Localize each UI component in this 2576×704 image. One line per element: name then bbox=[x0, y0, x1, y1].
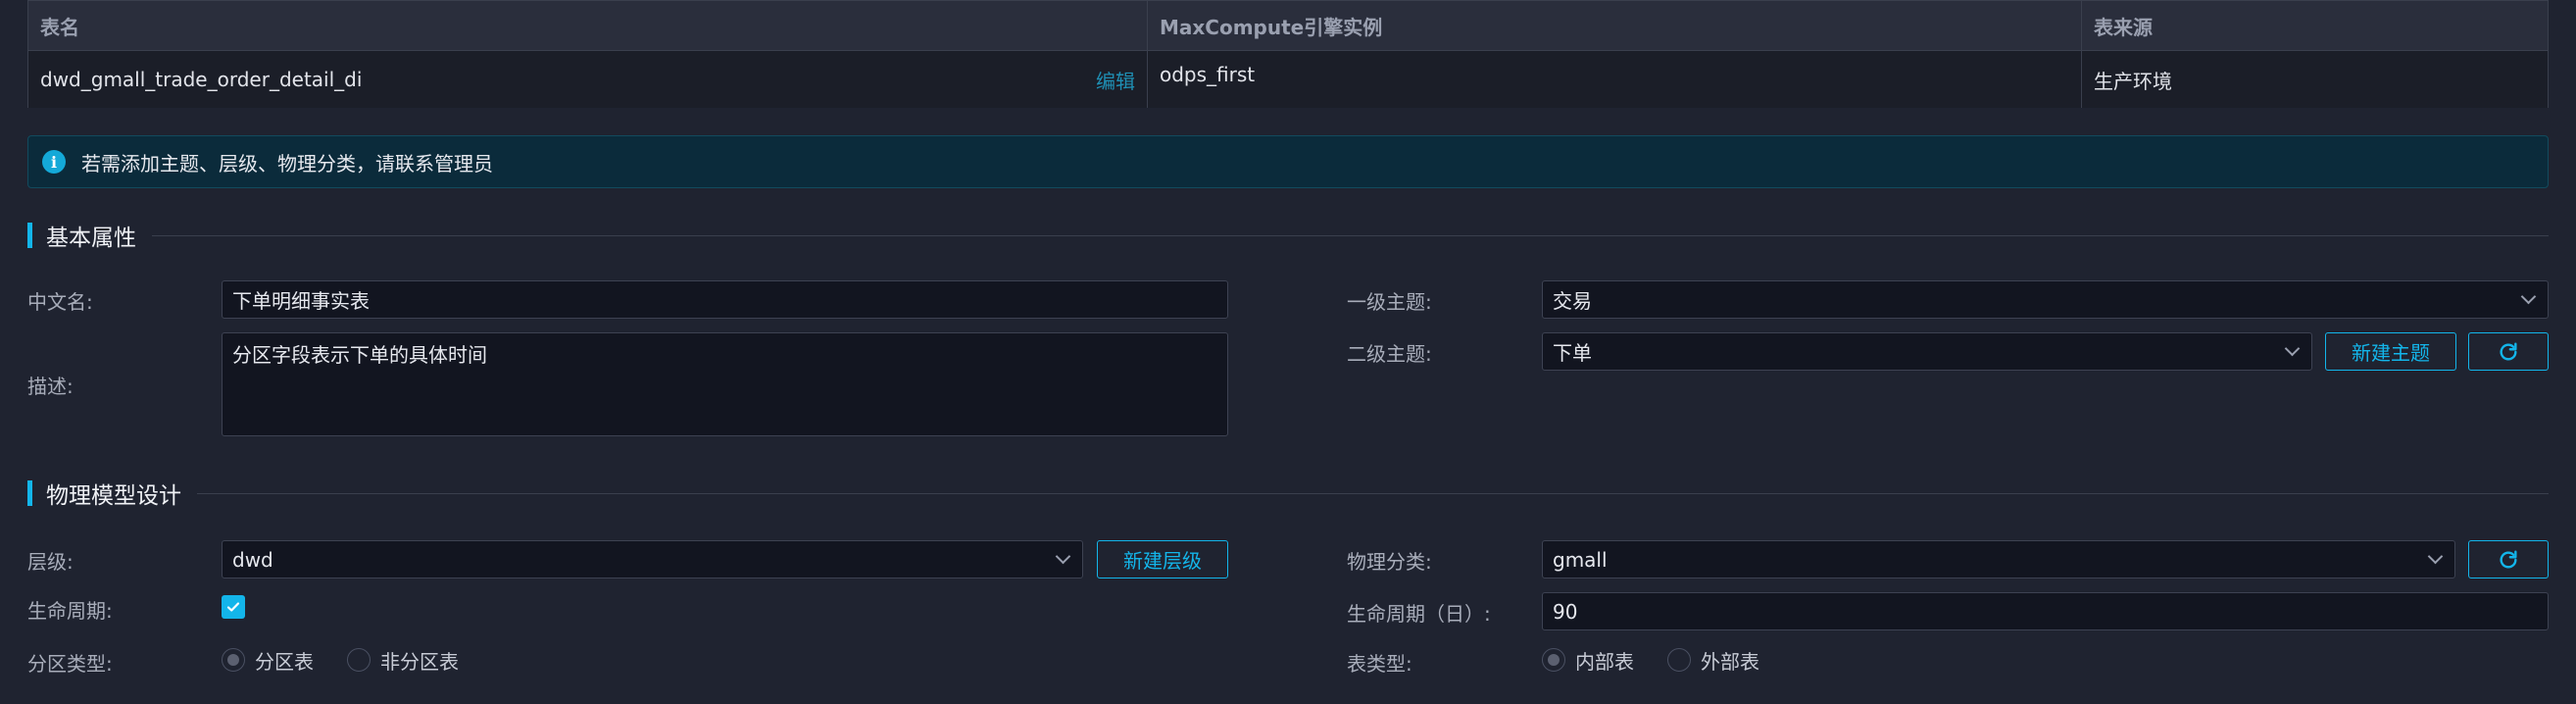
chevron-down-icon bbox=[2427, 548, 2444, 565]
radio-dot bbox=[1548, 654, 1560, 666]
cn-name-value: 下单明细事实表 bbox=[232, 289, 370, 313]
section-marker bbox=[27, 223, 32, 248]
section-basic-header: 基本属性 bbox=[27, 222, 2549, 251]
category-select[interactable]: gmall bbox=[1542, 540, 2455, 578]
table-type-option-label: 外部表 bbox=[1701, 649, 1759, 674]
table-type-option-label: 内部表 bbox=[1575, 649, 1634, 674]
description-value: 分区字段表示下单的具体时间 bbox=[232, 343, 487, 367]
cn-name-input[interactable]: 下单明细事实表 bbox=[222, 280, 1228, 319]
topic2-select[interactable]: 下单 bbox=[1542, 332, 2312, 371]
column-header-source: 表来源 bbox=[2094, 15, 2153, 39]
topic1-label: 一级主题: bbox=[1347, 290, 1432, 314]
info-banner-text: 若需添加主题、层级、物理分类，请联系管理员 bbox=[81, 151, 493, 176]
section-physical-header: 物理模型设计 bbox=[27, 479, 2549, 509]
table-header: 表名 MaxCompute引擎实例 表来源 bbox=[28, 1, 2548, 51]
chevron-down-icon bbox=[2520, 288, 2537, 305]
category-label: 物理分类: bbox=[1347, 550, 1432, 574]
table-type-radio-internal[interactable] bbox=[1542, 648, 1565, 672]
topic1-select[interactable]: 交易 bbox=[1542, 280, 2549, 319]
lifecycle-label: 生命周期: bbox=[27, 599, 113, 623]
topic2-label: 二级主题: bbox=[1347, 342, 1432, 366]
table-type-label: 表类型: bbox=[1347, 652, 1412, 676]
lifecycle-days-label: 生命周期（日）: bbox=[1347, 602, 1491, 626]
partition-radio-partitioned[interactable] bbox=[222, 648, 245, 672]
info-icon: i bbox=[42, 150, 66, 174]
column-header-table-name: 表名 bbox=[40, 15, 79, 39]
section-title-basic: 基本属性 bbox=[46, 226, 136, 251]
table-type-radio-external[interactable] bbox=[1667, 648, 1691, 672]
section-divider bbox=[197, 492, 2549, 494]
topic2-value: 下单 bbox=[1553, 341, 1592, 365]
lifecycle-checkbox[interactable] bbox=[222, 595, 245, 619]
radio-dot bbox=[227, 654, 239, 666]
layer-label: 层级: bbox=[27, 550, 74, 574]
chevron-down-icon bbox=[1055, 548, 1071, 565]
new-layer-button[interactable]: 新建层级 bbox=[1097, 540, 1228, 578]
section-divider bbox=[152, 234, 2549, 236]
instance-cell: odps_first bbox=[1160, 63, 1256, 86]
refresh-topic-button[interactable] bbox=[2468, 332, 2549, 371]
refresh-icon bbox=[2500, 342, 2517, 361]
section-marker bbox=[27, 480, 32, 506]
table-info: 表名 MaxCompute引擎实例 表来源 dwd_gmall_trade_or… bbox=[27, 0, 2549, 108]
table-type-radio-group: 内部表 外部表 bbox=[1542, 646, 1793, 674]
partition-type-label: 分区类型: bbox=[27, 652, 113, 676]
table-name-value: dwd_gmall_trade_order_detail_di bbox=[40, 68, 363, 91]
lifecycle-days-input[interactable]: 90 bbox=[1542, 592, 2549, 630]
topic1-value: 交易 bbox=[1553, 289, 1592, 313]
source-cell: 生产环境 bbox=[2094, 69, 2172, 93]
refresh-icon bbox=[2500, 550, 2517, 569]
partition-type-radio-group: 分区表 非分区表 bbox=[222, 646, 492, 674]
info-banner: i 若需添加主题、层级、物理分类，请联系管理员 bbox=[27, 135, 2549, 188]
table-row: dwd_gmall_trade_order_detail_di 编辑 odps_… bbox=[28, 51, 2548, 108]
table-name-cell: dwd_gmall_trade_order_detail_di 编辑 bbox=[28, 51, 1147, 108]
new-topic-button[interactable]: 新建主题 bbox=[2325, 332, 2456, 371]
layer-select[interactable]: dwd bbox=[222, 540, 1083, 578]
section-title-physical: 物理模型设计 bbox=[46, 483, 181, 509]
chevron-down-icon bbox=[2284, 340, 2301, 357]
partition-radio-non-partitioned[interactable] bbox=[347, 648, 371, 672]
category-value: gmall bbox=[1553, 547, 1608, 572]
column-header-instance: MaxCompute引擎实例 bbox=[1160, 15, 1383, 39]
lifecycle-days-value: 90 bbox=[1553, 599, 1578, 624]
check-icon bbox=[226, 602, 240, 612]
partition-option-label: 分区表 bbox=[255, 649, 314, 674]
partition-option-label: 非分区表 bbox=[380, 649, 459, 674]
layer-value: dwd bbox=[232, 547, 273, 572]
edit-link[interactable]: 编辑 bbox=[1096, 51, 1135, 108]
description-label: 描述: bbox=[27, 375, 74, 398]
refresh-category-button[interactable] bbox=[2468, 540, 2549, 578]
cn-name-label: 中文名: bbox=[27, 290, 93, 314]
description-textarea[interactable]: 分区字段表示下单的具体时间 bbox=[222, 332, 1228, 436]
